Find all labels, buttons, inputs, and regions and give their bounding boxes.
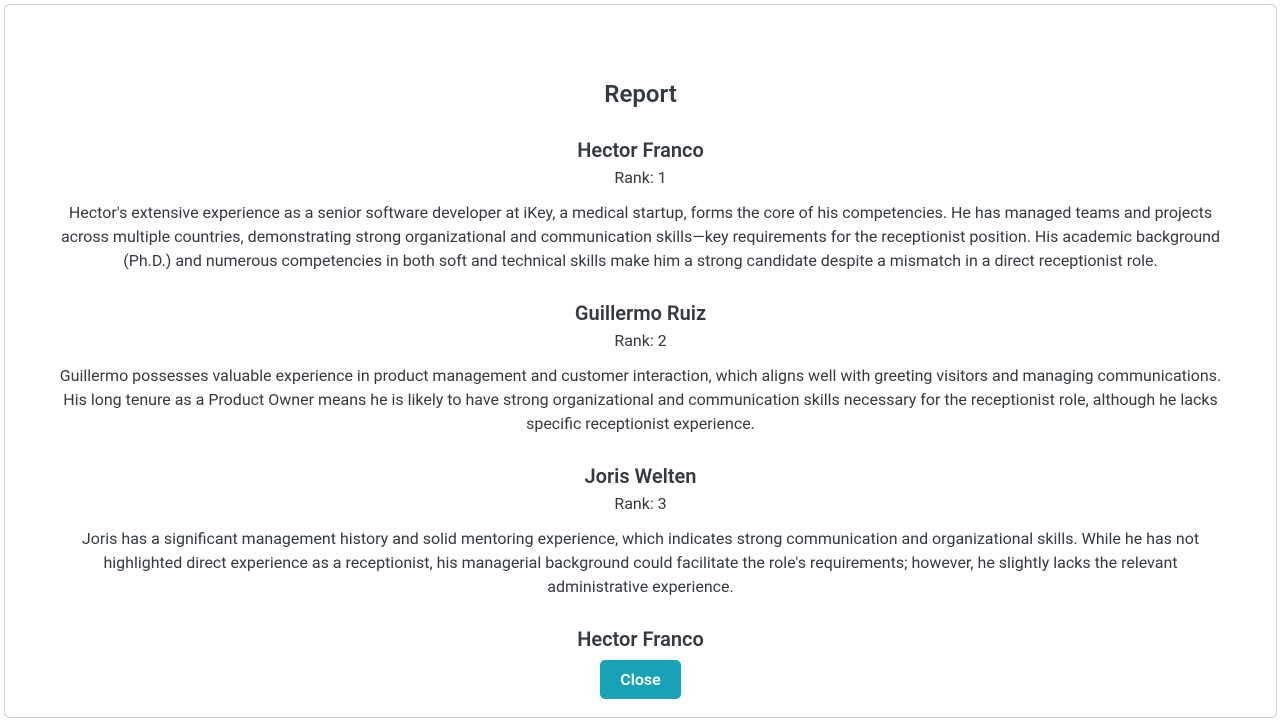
candidate-description: Guillermo possesses valuable experience … [55, 364, 1226, 436]
candidate-description: Joris has a significant management histo… [55, 527, 1226, 599]
candidate-name: Hector Franco [55, 627, 1226, 646]
candidate-block: Guillermo Ruiz Rank: 2 Guillermo possesses… [55, 301, 1226, 436]
candidate-name: Joris Welten [55, 464, 1226, 488]
report-modal: Report Hector Franco Rank: 1 Hector's exte… [4, 4, 1277, 718]
candidate-block: Hector Franco Rank: 1 Hector's extensive e… [55, 138, 1226, 273]
candidate-block: Hector FrancoRank: 4This is a different … [55, 627, 1226, 646]
candidate-rank: Rank: 1 [55, 168, 1226, 187]
candidate-block: Joris Welten Rank: 3 Joris has a significa… [55, 464, 1226, 599]
close-button[interactable]: Close [600, 660, 681, 699]
candidate-name: Hector Franco [55, 138, 1226, 162]
candidate-rank: Rank: 2 [55, 331, 1226, 350]
candidate-rank: Rank: 3 [55, 494, 1226, 513]
report-title: Report [55, 80, 1226, 108]
candidate-description: Hector's extensive experience as a senio… [55, 201, 1226, 273]
modal-body[interactable]: Report Hector Franco Rank: 1 Hector's exte… [5, 5, 1276, 646]
candidate-name: Guillermo Ruiz [55, 301, 1226, 325]
modal-footer: Close [5, 646, 1276, 717]
